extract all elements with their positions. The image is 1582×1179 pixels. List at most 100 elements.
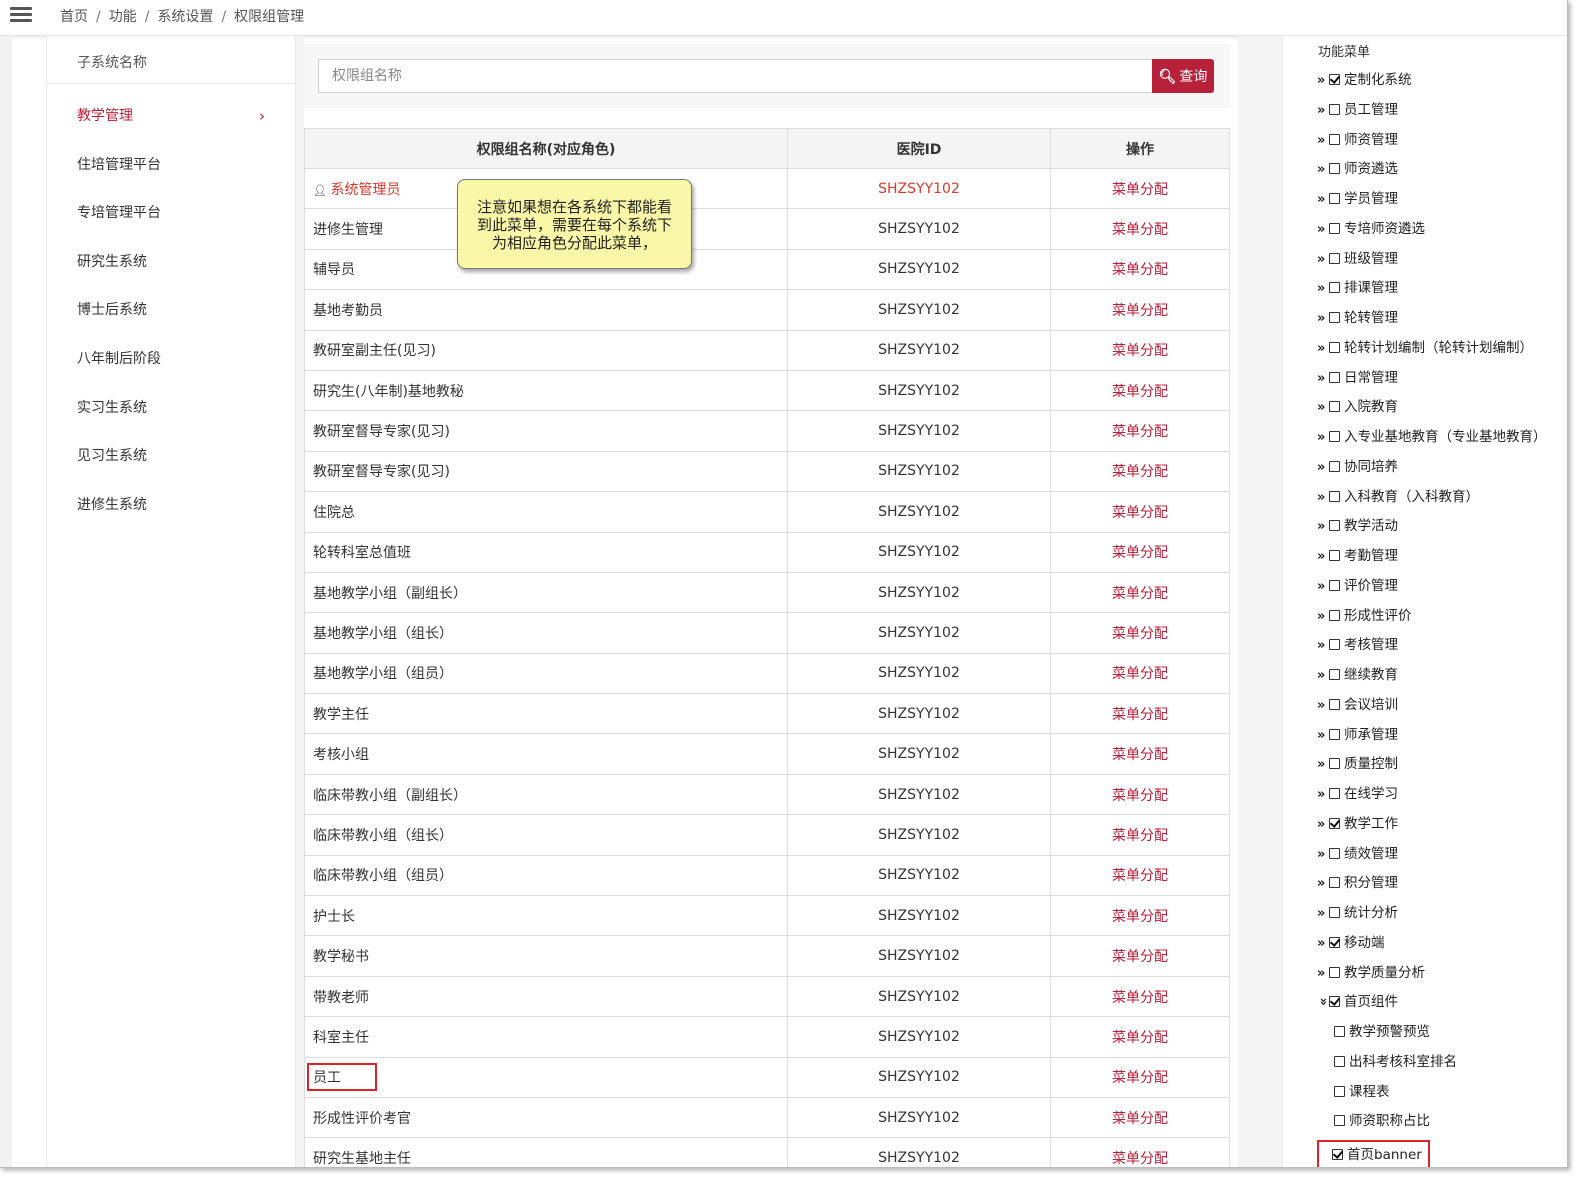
function-menu-item[interactable]: » 评价管理 [1317,575,1547,605]
assign-menu-link[interactable]: 菜单分配 [1050,167,1230,210]
function-menu-item[interactable]: » 专培师资遴选 [1317,218,1547,248]
expand-arrow-icon[interactable]: » [1317,635,1328,657]
expand-arrow-icon[interactable]: » [1317,368,1328,390]
group-name-search-input[interactable] [318,59,1154,93]
function-menu-item[interactable]: » 移动端 [1317,932,1547,962]
checkbox-unchecked-icon[interactable] [1329,133,1340,145]
function-menu-item[interactable]: » 考核管理 [1317,634,1547,664]
checkbox-unchecked-icon[interactable] [1329,222,1340,234]
checkbox-checked-icon[interactable] [1329,936,1340,948]
checkbox-unchecked-icon[interactable] [1329,282,1340,294]
expand-arrow-icon[interactable]: » [1317,725,1328,747]
assign-menu-link[interactable]: 菜单分配 [1050,1096,1230,1139]
checkbox-unchecked-icon[interactable] [1329,579,1340,591]
assign-menu-link[interactable]: 菜单分配 [1050,854,1230,897]
expand-arrow-icon[interactable]: » [1317,606,1328,628]
expand-arrow-icon[interactable]: » [1317,814,1328,836]
assign-menu-link[interactable]: 菜单分配 [1050,208,1230,250]
subsystem-item[interactable]: 住培管理平台 [47,143,295,192]
function-menu-subitem[interactable]: 首页banner [1317,1140,1547,1167]
search-button[interactable]: 🔍︎ 查询 [1152,59,1214,93]
breadcrumb-item[interactable]: 首页 [60,9,88,25]
checkbox-unchecked-icon[interactable] [1329,877,1340,889]
assign-menu-link[interactable]: 菜单分配 [1050,733,1230,775]
checkbox-unchecked-icon[interactable] [1329,609,1340,621]
function-menu-item[interactable]: » 形成性评价 [1317,605,1547,635]
expand-arrow-icon[interactable]: » [1317,457,1328,479]
expand-arrow-icon[interactable]: » [1317,249,1328,271]
function-menu-item[interactable]: » 教学工作 [1317,813,1547,843]
checkbox-unchecked-icon[interactable] [1329,728,1340,740]
checkbox-unchecked-icon[interactable] [1329,966,1340,978]
function-menu-item[interactable]: » 教学质量分析 [1317,962,1547,992]
assign-menu-link[interactable]: 菜单分配 [1050,895,1230,937]
checkbox-unchecked-icon[interactable] [1329,193,1340,204]
checkbox-checked-icon[interactable] [1329,817,1340,829]
checkbox-unchecked-icon[interactable] [1329,520,1340,532]
assign-menu-link[interactable]: 菜单分配 [1050,410,1230,452]
checkbox-unchecked-icon[interactable] [1329,639,1340,651]
assign-menu-link[interactable]: 菜单分配 [1050,693,1230,735]
expand-arrow-icon[interactable]: » [1317,963,1328,985]
assign-menu-link[interactable]: 菜单分配 [1050,773,1230,816]
expand-arrow-icon[interactable]: » [1317,487,1328,509]
checkbox-unchecked-icon[interactable] [1329,669,1340,680]
checkbox-checked-icon[interactable] [1329,996,1340,1008]
assign-menu-link[interactable]: 菜单分配 [1050,1056,1230,1098]
expand-arrow-icon[interactable]: » [1317,695,1328,717]
expand-arrow-icon[interactable]: » [1317,338,1328,360]
checkbox-unchecked-icon[interactable] [1329,460,1340,472]
assign-menu-link[interactable]: 菜单分配 [1050,612,1230,654]
checkbox-unchecked-icon[interactable] [1329,698,1340,710]
subsystem-item[interactable]: 教学管理 › [47,94,295,143]
function-menu-subitem[interactable]: 出科考核科室排名 [1317,1051,1547,1081]
subsystem-item[interactable]: 专培管理平台 [47,191,295,240]
expand-arrow-icon[interactable]: » [1317,219,1328,241]
checkbox-unchecked-icon[interactable] [1329,758,1340,770]
expand-arrow-icon[interactable]: » [1317,100,1328,122]
function-menu-item[interactable]: » 教学活动 [1317,515,1547,545]
assign-menu-link[interactable]: 菜单分配 [1050,248,1230,291]
function-menu-subitem[interactable]: 教学预警预览 [1317,1021,1547,1051]
expand-arrow-icon[interactable]: » [1317,576,1328,598]
assign-menu-link[interactable]: 菜单分配 [1050,1016,1230,1058]
checkbox-unchecked-icon[interactable] [1329,341,1340,353]
assign-menu-link[interactable]: 菜单分配 [1050,814,1230,856]
checkbox-unchecked-icon[interactable] [1329,371,1340,383]
function-menu-item[interactable]: » 首页组件 [1316,991,1547,1021]
function-menu-item[interactable]: » 入科教育（入科教育） [1317,486,1547,516]
function-menu-item[interactable]: » 质量控制 [1317,753,1547,783]
checkbox-unchecked-icon[interactable] [1329,550,1340,561]
expand-arrow-icon[interactable]: » [1317,784,1328,806]
function-menu-item[interactable]: » 统计分析 [1317,902,1547,932]
expand-arrow-icon[interactable]: » [1317,70,1328,92]
function-menu-item[interactable]: » 入专业基地教育（专业基地教育） [1317,426,1547,456]
checkbox-unchecked-icon[interactable] [1329,103,1340,115]
function-menu-item[interactable]: » 师资遴选 [1317,158,1547,188]
assign-menu-link[interactable]: 菜单分配 [1050,450,1230,493]
function-menu-item[interactable]: » 定制化系统 [1317,69,1547,99]
checkbox-unchecked-icon[interactable] [1329,907,1340,918]
function-menu-subitem[interactable]: 师资职称占比 [1317,1110,1547,1140]
function-menu-item[interactable]: » 在线学习 [1317,783,1547,813]
checkbox-checked-icon[interactable] [1329,74,1340,85]
expand-arrow-icon[interactable]: » [1317,130,1328,152]
expand-arrow-icon[interactable]: » [1317,189,1328,211]
subsystem-item[interactable]: 博士后系统 [47,288,295,337]
checkbox-unchecked-icon[interactable] [1329,252,1340,264]
expand-arrow-icon[interactable]: » [1317,516,1328,538]
function-menu-item[interactable]: » 日常管理 [1317,367,1547,397]
subsystem-item[interactable]: 见习生系统 [47,434,295,483]
checkbox-unchecked-icon[interactable] [1329,401,1340,413]
checkbox-unchecked-icon[interactable] [1334,1026,1345,1037]
assign-menu-link[interactable]: 菜单分配 [1050,975,1230,1018]
function-menu-item[interactable]: » 师资管理 [1317,129,1547,159]
assign-menu-link[interactable]: 菜单分配 [1050,571,1230,614]
checkbox-unchecked-icon[interactable] [1334,1115,1345,1127]
function-menu-item[interactable]: » 协同培养 [1317,456,1547,486]
assign-menu-link[interactable]: 菜单分配 [1050,289,1230,331]
function-menu-item[interactable]: » 会议培训 [1317,694,1547,724]
checkbox-unchecked-icon[interactable] [1329,431,1340,442]
function-menu-item[interactable]: » 排课管理 [1317,277,1547,307]
function-menu-item[interactable]: » 考勤管理 [1317,545,1547,575]
